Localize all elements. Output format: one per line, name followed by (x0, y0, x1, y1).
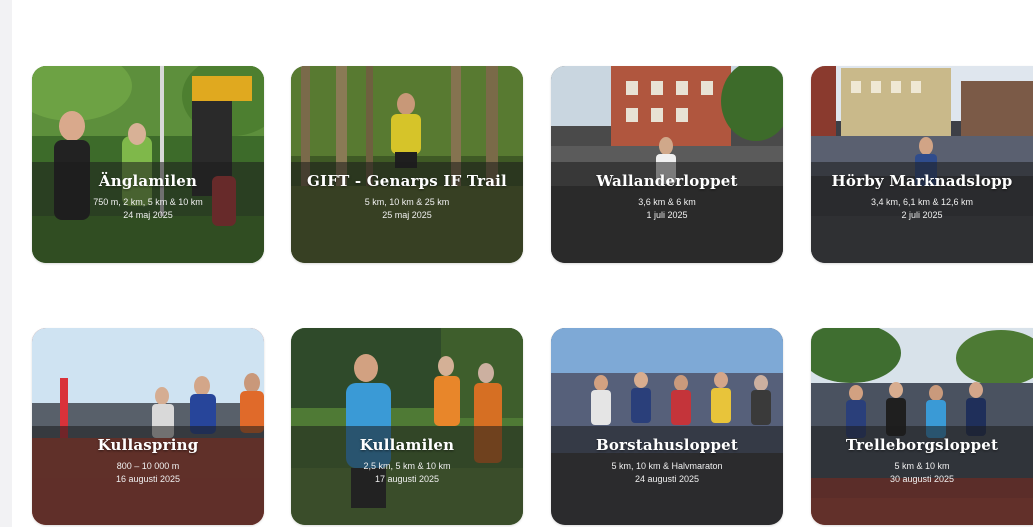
event-overlay: Wallanderloppet 3,6 km & 6 km 1 juli 202… (551, 162, 783, 263)
event-card-trelleborgsloppet[interactable]: Trelleborgsloppet 5 km & 10 km 30 august… (811, 328, 1033, 525)
event-overlay: Kullamilen 2,5 km, 5 km & 10 km 17 augus… (291, 426, 523, 525)
event-title: GIFT - Genarps IF Trail (307, 172, 507, 190)
event-date: 25 maj 2025 (382, 210, 432, 220)
event-date: 17 augusti 2025 (374, 474, 440, 484)
event-date: 24 maj 2025 (123, 210, 173, 220)
event-title: Hörby Marknadslopp (831, 172, 1013, 190)
event-card-wallanderloppet[interactable]: Wallanderloppet 3,6 km & 6 km 1 juli 202… (551, 66, 783, 263)
event-overlay: Borstahusloppet 5 km, 10 km & Halvmarato… (551, 426, 783, 525)
event-title: Borstahusloppet (595, 436, 739, 454)
event-card-kullaspring[interactable]: Kullaspring 800 – 10 000 m 16 augusti 20… (32, 328, 264, 525)
event-title: Änglamilen (98, 172, 198, 190)
event-date: 16 augusti 2025 (115, 474, 181, 484)
event-grid: Änglamilen 750 m, 2 km, 5 km & 10 km 24 … (0, 0, 1033, 527)
event-date: 30 augusti 2025 (889, 474, 955, 484)
event-card-borstahusloppet[interactable]: Borstahusloppet 5 km, 10 km & Halvmarato… (551, 328, 783, 525)
event-date: 1 juli 2025 (646, 210, 688, 220)
event-distances: 5 km, 10 km & 25 km (364, 197, 450, 207)
event-overlay: Änglamilen 750 m, 2 km, 5 km & 10 km 24 … (32, 162, 264, 263)
event-distances: 750 m, 2 km, 5 km & 10 km (93, 197, 203, 207)
event-title: Kullaspring (97, 436, 199, 454)
event-overlay: Kullaspring 800 – 10 000 m 16 augusti 20… (32, 426, 264, 525)
event-title: Kullamilen (359, 436, 455, 454)
event-card-kullamilen[interactable]: Kullamilen 2,5 km, 5 km & 10 km 17 augus… (291, 328, 523, 525)
event-distances: 3,4 km, 6,1 km & 12,6 km (870, 197, 974, 207)
event-distances: 3,6 km & 6 km (638, 197, 696, 207)
event-card-anglamilen[interactable]: Änglamilen 750 m, 2 km, 5 km & 10 km 24 … (32, 66, 264, 263)
event-distances: 5 km, 10 km & Halvmaraton (611, 461, 723, 471)
event-distances: 800 – 10 000 m (116, 461, 180, 471)
event-distances: 5 km & 10 km (894, 461, 950, 471)
event-overlay: GIFT - Genarps IF Trail 5 km, 10 km & 25… (291, 162, 523, 263)
event-title: Wallanderloppet (596, 172, 738, 190)
event-title: Trelleborgsloppet (845, 436, 999, 454)
event-distances: 2,5 km, 5 km & 10 km (363, 461, 451, 471)
event-overlay: Hörby Marknadslopp 3,4 km, 6,1 km & 12,6… (811, 162, 1033, 263)
event-overlay: Trelleborgsloppet 5 km & 10 km 30 august… (811, 426, 1033, 525)
event-card-gift[interactable]: GIFT - Genarps IF Trail 5 km, 10 km & 25… (291, 66, 523, 263)
event-date: 2 juli 2025 (901, 210, 943, 220)
event-date: 24 augusti 2025 (634, 474, 700, 484)
event-card-horby[interactable]: Hörby Marknadslopp 3,4 km, 6,1 km & 12,6… (811, 66, 1033, 263)
